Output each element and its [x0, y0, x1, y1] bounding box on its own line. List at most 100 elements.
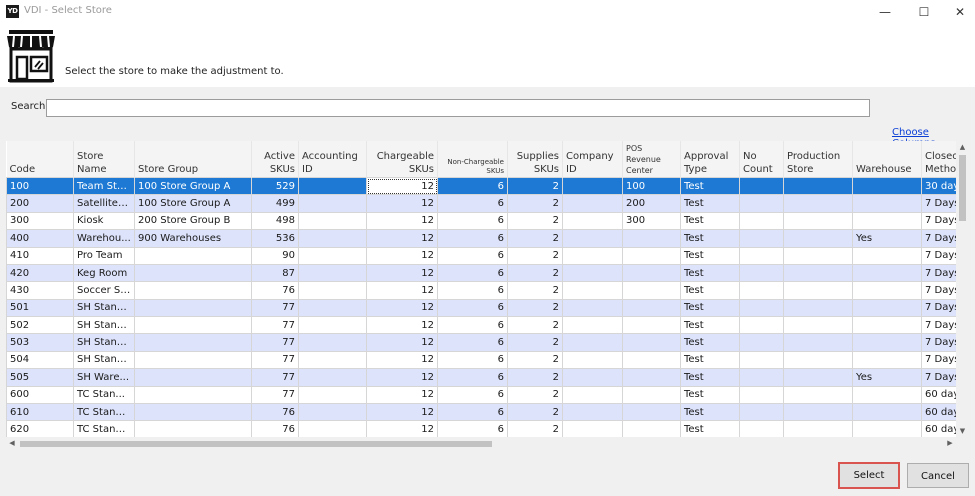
table-cell[interactable]: 6 — [437, 263, 508, 283]
table-cell[interactable]: Soccer Sc... — [73, 281, 135, 300]
table-cell[interactable]: 2 — [507, 420, 563, 437]
table-row[interactable]: 501SH Stand... 77 1262 Test 7 Days — [6, 298, 956, 318]
table-cell[interactable]: 12 — [366, 333, 438, 352]
scroll-left-icon[interactable]: ◀ — [6, 437, 18, 450]
table-cell[interactable]: Test — [680, 298, 740, 318]
table-cell[interactable] — [562, 420, 623, 437]
table-cell[interactable]: 12 — [366, 368, 438, 387]
table-row[interactable]: 600TC Stan... 77 1262 Test 60 days — [6, 385, 956, 404]
table-cell[interactable] — [622, 420, 681, 437]
table-cell[interactable]: 6 — [437, 402, 508, 422]
table-cell[interactable]: Test — [680, 368, 740, 387]
table-cell[interactable] — [852, 176, 922, 196]
table-cell[interactable] — [298, 281, 367, 300]
column-header-no-count[interactable]: No Count — [739, 141, 784, 178]
table-cell[interactable] — [852, 333, 922, 352]
table-cell[interactable]: Yes — [852, 368, 922, 387]
table-cell[interactable] — [622, 350, 681, 370]
table-cell[interactable]: 200 — [6, 194, 74, 213]
table-cell[interactable] — [739, 420, 784, 437]
table-cell[interactable]: 499 — [251, 194, 299, 213]
table-cell[interactable]: 2 — [507, 211, 563, 231]
table-row[interactable]: 504SH Stand... 77 1262 Test 7 Days — [6, 350, 956, 370]
table-cell[interactable]: 2 — [507, 194, 563, 213]
table-cell[interactable]: 12 — [366, 281, 438, 300]
table-cell[interactable] — [739, 246, 784, 265]
table-cell[interactable]: 6 — [437, 385, 508, 404]
table-cell[interactable] — [852, 315, 922, 335]
table-row[interactable]: 400 Warehou... 900 Warehouses 536 12 6 2 Test Ye… — [6, 229, 956, 248]
table-cell[interactable] — [134, 402, 252, 422]
table-cell[interactable]: 77 — [251, 385, 299, 404]
table-cell[interactable]: 12 — [366, 263, 438, 283]
table-cell[interactable]: 12 — [366, 211, 438, 231]
table-cell[interactable]: SH Stand... — [73, 298, 135, 318]
table-cell[interactable] — [622, 385, 681, 404]
table-cell[interactable] — [852, 211, 922, 231]
table-cell[interactable] — [622, 246, 681, 265]
table-cell[interactable]: Test — [680, 315, 740, 335]
table-row[interactable]: 300 Kiosk 200 Store Group B 498 12 6 2 300 Test 7… — [6, 211, 956, 231]
table-cell[interactable] — [739, 333, 784, 352]
table-cell[interactable]: 6 — [437, 350, 508, 370]
table-cell[interactable] — [134, 298, 252, 318]
table-cell[interactable] — [134, 420, 252, 437]
table-cell[interactable] — [562, 281, 623, 300]
table-cell[interactable]: 200 — [622, 194, 681, 213]
table-cell[interactable]: 6 — [437, 211, 508, 231]
scroll-right-icon[interactable]: ▶ — [944, 437, 956, 450]
table-cell[interactable] — [562, 263, 623, 283]
table-cell[interactable]: Yes — [852, 229, 922, 248]
table-cell[interactable] — [134, 281, 252, 300]
table-cell[interactable]: Team Sto... — [73, 176, 135, 196]
table-row[interactable]: 410Pro Team 90 1262 Test 7 Days — [6, 246, 956, 265]
scroll-down-icon[interactable]: ▼ — [956, 425, 969, 437]
table-cell[interactable] — [622, 368, 681, 387]
table-cell[interactable] — [783, 368, 853, 387]
table-cell[interactable]: 2 — [507, 298, 563, 318]
table-cell[interactable] — [134, 315, 252, 335]
table-cell[interactable]: 2 — [507, 368, 563, 387]
table-cell[interactable]: Test — [680, 176, 740, 196]
table-cell[interactable]: 900 Warehouses — [134, 229, 252, 248]
table-cell[interactable] — [739, 298, 784, 318]
table-cell[interactable]: Kiosk — [73, 211, 135, 231]
table-cell[interactable]: 7 Days — [921, 368, 956, 387]
table-cell[interactable]: 7 Days — [921, 263, 956, 283]
table-cell[interactable] — [783, 176, 853, 196]
table-cell[interactable] — [739, 315, 784, 335]
table-row[interactable]: 430Soccer Sc... 76 1262 Test 7 Days — [6, 281, 956, 300]
table-cell[interactable] — [783, 350, 853, 370]
table-cell[interactable] — [783, 420, 853, 437]
table-cell[interactable]: 6 — [437, 333, 508, 352]
table-cell[interactable]: 6 — [437, 194, 508, 213]
table-cell[interactable]: SH Stand... — [73, 333, 135, 352]
search-input[interactable] — [46, 99, 870, 117]
table-cell[interactable]: 610 — [6, 402, 74, 422]
table-cell[interactable]: Test — [680, 402, 740, 422]
table-cell[interactable] — [562, 402, 623, 422]
table-cell[interactable] — [134, 368, 252, 387]
table-cell[interactable]: SH Ware... — [73, 368, 135, 387]
table-cell[interactable] — [622, 402, 681, 422]
table-cell[interactable]: 7 Days — [921, 333, 956, 352]
column-header-accounting-id[interactable]: Accounting ID — [298, 141, 367, 178]
table-cell[interactable]: Test — [680, 246, 740, 265]
table-cell[interactable] — [134, 333, 252, 352]
table-cell[interactable]: 536 — [251, 229, 299, 248]
table-cell[interactable] — [134, 263, 252, 283]
table-cell[interactable] — [298, 402, 367, 422]
table-row[interactable]: 502SH Stand... 77 1262 Test 7 Days — [6, 315, 956, 335]
table-cell[interactable] — [852, 350, 922, 370]
vertical-scrollbar[interactable]: ▲ ▼ — [956, 141, 969, 437]
close-button[interactable]: ✕ — [939, 0, 975, 24]
table-cell[interactable]: 30 days — [921, 176, 956, 196]
table-cell[interactable] — [852, 263, 922, 283]
table-cell[interactable]: 77 — [251, 368, 299, 387]
table-cell[interactable]: 12 — [366, 229, 438, 248]
table-cell[interactable]: Test — [680, 420, 740, 437]
table-row[interactable]: 620TC Stand 3 76 1262 Test 60 days — [6, 420, 956, 437]
table-cell[interactable]: 6 — [437, 368, 508, 387]
table-cell[interactable]: Test — [680, 194, 740, 213]
table-cell[interactable] — [562, 298, 623, 318]
